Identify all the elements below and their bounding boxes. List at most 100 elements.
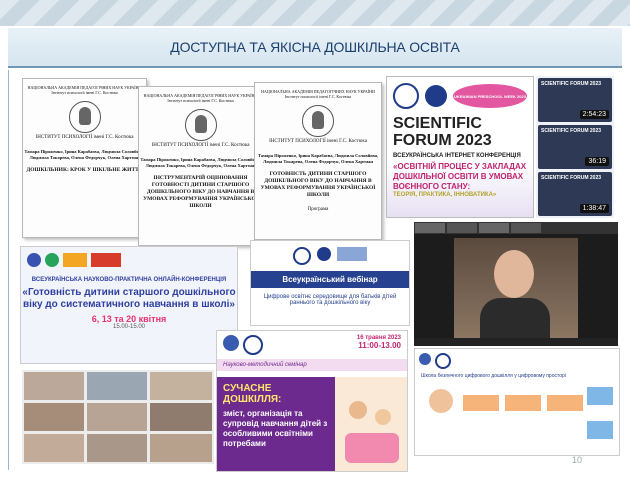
partner-logo-icon bbox=[27, 253, 41, 267]
institute-logo-icon bbox=[425, 85, 447, 107]
video-duration: 1:38:47 bbox=[579, 204, 609, 213]
call-toolbar[interactable] bbox=[414, 338, 618, 346]
participant-tile[interactable] bbox=[150, 372, 212, 400]
video-title: SCIENTIFIC FORUM 2023 bbox=[541, 81, 602, 87]
tablet-icon bbox=[587, 387, 613, 405]
doc-authors: Тамара Піроженко, Ірина Карабаєва, Людми… bbox=[257, 153, 379, 164]
forum-topic-tail: ТЕОРІЯ, ПРАКТИКА, ІННОВАТИКА» bbox=[393, 192, 497, 198]
doc-title: ГОТОВНІСТЬ ДИТИНИ СТАРШОГО ДОШКІЛЬНОГО В… bbox=[260, 171, 376, 198]
video-thumbnail[interactable]: SCIENTIFIC FORUM 2023 1:38:47 bbox=[538, 172, 612, 216]
document-cover-2: НАЦІОНАЛЬНА АКАДЕМІЯ ПЕДАГОГІЧНИХ НАУК У… bbox=[138, 86, 263, 246]
institute-logo-icon bbox=[435, 353, 451, 369]
child-figure-icon bbox=[429, 389, 453, 413]
seminar-poster: 16 травня 2023 11:00-13.00 Науково-метод… bbox=[216, 330, 408, 472]
diagram-step bbox=[463, 395, 499, 411]
speaker-video bbox=[454, 238, 578, 338]
conference-header: ВСЕУКРАЇНСЬКА НАУКОВО-ПРАКТИЧНА ОНЛАЙН-К… bbox=[31, 277, 227, 283]
video-list: SCIENTIFIC FORUM 2023 2:54:23 SCIENTIFIC… bbox=[536, 76, 614, 218]
video-title: SCIENTIFIC FORUM 2023 bbox=[541, 175, 602, 181]
page-number: 10 bbox=[571, 455, 582, 465]
forum-title-1: SCIENTIFIC bbox=[393, 115, 482, 132]
participant-strip bbox=[414, 222, 618, 234]
seminar-text: зміст, організація та супровід навчання … bbox=[223, 409, 328, 448]
participant-tile[interactable] bbox=[87, 372, 147, 400]
institute-logo-icon bbox=[243, 335, 263, 355]
speaker-face bbox=[494, 250, 534, 298]
forum-banner: UKRAINIAN PRESCHOOL WEEK 2023 SCIENTIFIC… bbox=[386, 76, 534, 218]
institute-logo-icon bbox=[184, 109, 217, 141]
participant-tile[interactable] bbox=[24, 372, 84, 400]
conference-title: «Готовність дитини старшого дошкільного … bbox=[22, 287, 236, 310]
participant-tile[interactable] bbox=[24, 434, 84, 462]
institute-logo-icon bbox=[68, 101, 101, 133]
diagram-step bbox=[547, 395, 583, 411]
partner-logo-icon bbox=[337, 247, 367, 261]
publisher-logo-icon bbox=[91, 253, 121, 267]
forum-title-2: FORUM 2023 bbox=[393, 132, 492, 149]
toys-icon bbox=[345, 433, 399, 463]
doc-subtitle: Програма bbox=[307, 207, 329, 212]
participant-tile[interactable] bbox=[87, 434, 147, 462]
document-cover-1: НАЦІОНАЛЬНА АКАДЕМІЯ ПЕДАГОГІЧНИХ НАУК У… bbox=[22, 78, 147, 238]
video-title: SCIENTIFIC FORUM 2023 bbox=[541, 128, 602, 134]
doc-title: ДОШКІЛЬНИК: КРОК У ШКІЛЬНЕ ЖИТТЯ bbox=[26, 167, 143, 173]
video-thumbnail[interactable]: SCIENTIFIC FORUM 2023 2:54:23 bbox=[538, 78, 612, 122]
institute-logo-icon bbox=[302, 105, 334, 137]
partner-logo-icon bbox=[63, 253, 87, 267]
kids-illustration bbox=[335, 377, 407, 471]
child-figure-icon bbox=[349, 401, 367, 419]
seminar-datetime: 16 травня 2023 11:00-13.00 bbox=[357, 335, 401, 355]
seminar-label: Науково-методичний семінар bbox=[217, 359, 407, 371]
participant-tile[interactable] bbox=[447, 223, 477, 233]
decorative-stripe bbox=[0, 0, 630, 26]
participant-tile[interactable] bbox=[24, 403, 84, 431]
doc-institute: ІНСТИТУТ ПСИХОЛОГІЇ імені Г.С. Костюка bbox=[269, 139, 367, 144]
slide-title-bar: ДОСТУПНА ТА ЯКІСНА ДОШКІЛЬНА ОСВІТА bbox=[8, 28, 622, 68]
seminar-text-block: СУЧАСНЕ ДОШКІЛЛЯ: зміст, організація та … bbox=[217, 377, 335, 471]
doc-institute: ІНСТИТУТ ПСИХОЛОГІЇ імені Г.С. Костюка bbox=[151, 143, 250, 148]
institute-logo-icon bbox=[317, 247, 331, 261]
diagram-logos bbox=[415, 349, 619, 373]
doc-title: ІНСТРУМЕНТАРІЙ ОЦІНЮВАННЯ ГОТОВНОСТІ ДИТ… bbox=[143, 175, 258, 209]
speaker-body bbox=[480, 298, 550, 338]
forum-topic: «ОСВІТНІЙ ПРОЦЕС У ЗАКЛАДАХ ДОШКІЛЬНОЇ О… bbox=[393, 162, 527, 191]
seminar-header: 16 травня 2023 11:00-13.00 bbox=[217, 331, 407, 359]
participant-tile[interactable] bbox=[415, 223, 445, 233]
conference-time: 15.00-15.00 bbox=[112, 324, 146, 330]
forum-subtitle: ВСЕУКРАЇНСЬКА ІНТЕРНЕТ КОНФЕРЕНЦІЯ bbox=[393, 153, 521, 159]
laptop-icon bbox=[587, 421, 613, 439]
webinar-card: Всеукраїнський вебінар Цифрове освітнє с… bbox=[250, 240, 410, 326]
video-duration: 36:19 bbox=[585, 157, 609, 166]
participants-gallery bbox=[22, 370, 214, 464]
doc-authors: Тамара Піроженко, Ірина Карабаєва, Людми… bbox=[24, 149, 145, 160]
doc-header: НАЦІОНАЛЬНА АКАДЕМІЯ ПЕДАГОГІЧНИХ НАУК У… bbox=[27, 85, 142, 95]
doc-header: НАЦІОНАЛЬНА АКАДЕМІЯ ПЕДАГОГІЧНИХ НАУК У… bbox=[261, 89, 375, 99]
seminar-logos bbox=[223, 335, 263, 355]
diagram-step bbox=[505, 395, 541, 411]
conference-banner: ВСЕУКРАЇНСЬКА НАУКОВО-ПРАКТИЧНА ОНЛАЙН-К… bbox=[20, 246, 238, 364]
academy-logo-icon bbox=[393, 83, 419, 109]
participant-tile[interactable] bbox=[511, 223, 541, 233]
video-call-screenshot bbox=[414, 222, 618, 346]
conference-dates: 6, 13 та 20 квітня bbox=[91, 314, 167, 324]
participant-tile[interactable] bbox=[150, 403, 212, 431]
doc-authors: Тамара Піроженко, Ірина Карабаєва, Людми… bbox=[140, 157, 261, 168]
seminar-heading: СУЧАСНЕ ДОШКІЛЛЯ: bbox=[223, 383, 282, 405]
webinar-text: Цифрове освітнє середовище для батьків д… bbox=[263, 294, 397, 306]
preschool-week-badge: UKRAINIAN PRESCHOOL WEEK 2023 bbox=[453, 84, 527, 108]
academy-logo-icon bbox=[419, 353, 431, 365]
academy-logo-icon bbox=[223, 335, 239, 351]
video-thumbnail[interactable]: SCIENTIFIC FORUM 2023 36:19 bbox=[538, 125, 612, 169]
seminar-time: 11:00-13.00 bbox=[358, 341, 401, 350]
participant-tile[interactable] bbox=[150, 434, 212, 462]
participant-tile[interactable] bbox=[87, 403, 147, 431]
doc-header: НАЦІОНАЛЬНА АКАДЕМІЯ ПЕДАГОГІЧНИХ НАУК У… bbox=[143, 93, 258, 103]
partner-logo-icon bbox=[45, 253, 59, 267]
slide-title: ДОСТУПНА ТА ЯКІСНА ДОШКІЛЬНА ОСВІТА bbox=[170, 39, 460, 55]
diagram-caption: Школа безпечного цифрового дошкілля у ци… bbox=[421, 373, 566, 379]
participant-tile[interactable] bbox=[479, 223, 509, 233]
child-figure-icon bbox=[375, 409, 391, 425]
digital-preschool-diagram: Школа безпечного цифрового дошкілля у ци… bbox=[414, 348, 620, 456]
webinar-logos bbox=[251, 241, 409, 271]
video-duration: 2:54:23 bbox=[579, 110, 609, 119]
